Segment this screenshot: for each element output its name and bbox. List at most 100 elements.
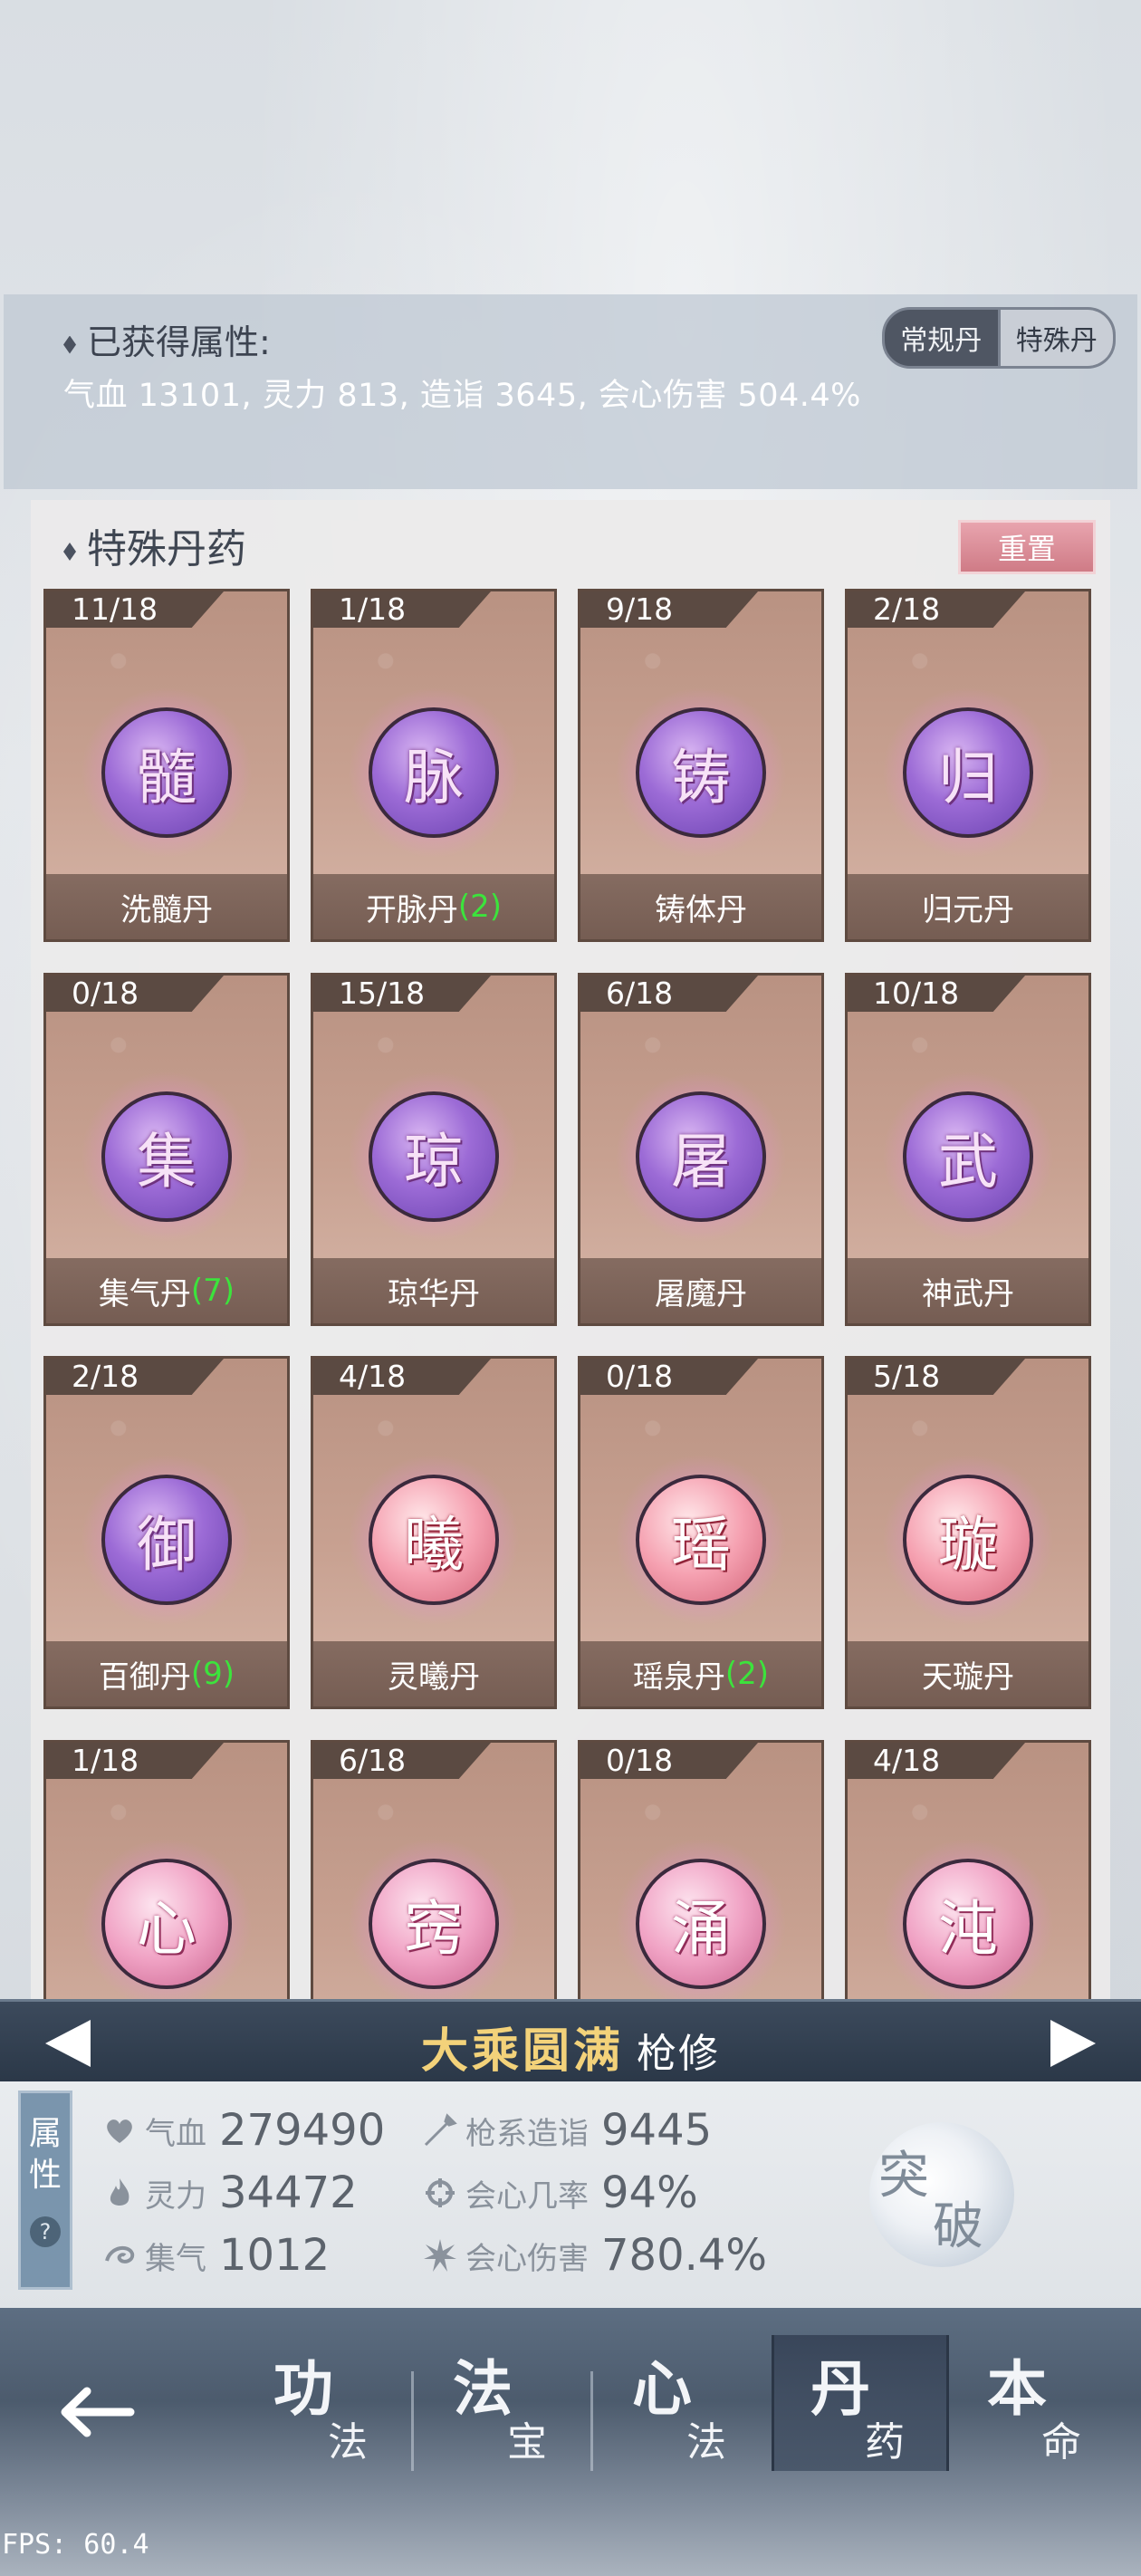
pill-count: 2/18 <box>848 591 1025 628</box>
nav-tab[interactable]: 功法 <box>237 2335 409 2471</box>
stat-crit-rate-label: 会心几率 <box>465 2177 589 2215</box>
pill-name: 琼华丹 <box>313 1258 554 1323</box>
heart-icon <box>107 2119 132 2143</box>
pill-orb-icon: 脉 <box>369 707 499 838</box>
realm-title: 大乘圆满 枪修 <box>0 2013 1141 2081</box>
crit-rate-icon <box>426 2178 455 2207</box>
pill-count: 0/18 <box>580 1743 758 1779</box>
pill-count: 1/18 <box>313 591 491 628</box>
pill-card[interactable]: 0/18 集集气丹 (7) <box>43 973 290 1326</box>
pill-count: 15/18 <box>313 976 491 1012</box>
pill-name-text: 集气丹 <box>98 1275 191 1312</box>
pill-count: 5/18 <box>848 1359 1025 1395</box>
stat-lingli-label: 灵力 <box>145 2177 206 2215</box>
stat-lingli-value: 34472 <box>219 2167 358 2218</box>
realm-name: 大乘圆满 <box>420 2024 624 2079</box>
pill-orb-icon: 屠 <box>636 1091 766 1222</box>
attributes-heading: 已获得属性: <box>63 314 271 364</box>
pill-card[interactable]: 0/18 瑶瑶泉丹 (2) <box>578 1356 824 1709</box>
pill-card[interactable]: 2/18 御百御丹 (9) <box>43 1356 290 1709</box>
back-arrow-icon[interactable] <box>54 2371 136 2453</box>
pill-card[interactable]: 6/18 屠屠魔丹 <box>578 973 824 1326</box>
pill-name-text: 神武丹 <box>922 1275 1014 1312</box>
pill-type-toggle[interactable]: 常规丹 特殊丹 <box>882 307 1116 369</box>
nav-tab-label-main: 心 <box>632 2353 692 2424</box>
stat-spear-mastery-label: 枪系造诣 <box>465 2115 589 2152</box>
special-pills-panel: 特殊丹药 重置 11/18 髓洗髓丹 1/18 脉开脉丹 (2) 9/18 铸铸体丹 2/18… <box>31 500 1110 2093</box>
help-icon[interactable]: ? <box>30 2216 61 2247</box>
pill-card[interactable]: 4/18 曦灵曦丹 <box>311 1356 557 1709</box>
stat-jiqi-value: 1012 <box>219 2230 331 2281</box>
attributes-heading-text: 已获得属性: <box>87 322 271 362</box>
pill-name: 天璇丹 <box>848 1641 1088 1706</box>
stats-panel: 属 性 ? 气血 279490 灵力 34472 集气 1012 枪系造诣 94… <box>0 2081 1141 2308</box>
pill-card[interactable]: 11/18 髓洗髓丹 <box>43 589 290 942</box>
stat-qixue-value: 279490 <box>219 2105 386 2156</box>
pill-name: 灵曦丹 <box>313 1641 554 1706</box>
nav-tab[interactable]: 本命 <box>951 2335 1123 2471</box>
attributes-tab-label-1: 属 <box>28 2115 62 2152</box>
stat-qixue-label: 气血 <box>145 2115 206 2152</box>
pill-name: 屠魔丹 <box>580 1258 821 1323</box>
pill-orb-icon: 琼 <box>369 1091 499 1222</box>
nav-tab-label-sub: 药 <box>865 2419 905 2465</box>
stat-crit-rate: 会心几率 94% <box>422 2166 698 2220</box>
pill-name: 铸体丹 <box>580 874 821 939</box>
pill-card[interactable]: 5/18 璇天璇丹 <box>845 1356 1091 1709</box>
pill-name: 洗髓丹 <box>46 874 287 939</box>
attributes-tab-label-2: 性 <box>28 2157 62 2194</box>
next-arrow-icon[interactable] <box>1050 2020 1096 2067</box>
bottom-nav: 功法法宝心法丹药本命 <box>0 2308 1141 2576</box>
diamond-icon <box>63 543 76 561</box>
pill-count: 9/18 <box>580 591 758 628</box>
pill-orb-icon: 瑶 <box>636 1475 766 1605</box>
attributes-summary: 气血 13101, 灵力 813, 造诣 3645, 会心伤害 504.4% <box>63 378 861 414</box>
pill-card[interactable]: 9/18 铸铸体丹 <box>578 589 824 942</box>
swirl-icon <box>105 2245 135 2264</box>
toggle-special-pills[interactable]: 特殊丹 <box>997 310 1113 366</box>
pill-card[interactable]: 2/18 归归元丹 <box>845 589 1091 942</box>
pill-orb-icon: 窍 <box>369 1859 499 1989</box>
toggle-regular-pills[interactable]: 常规丹 <box>885 310 998 366</box>
hero-class: 枪修 <box>637 2031 720 2077</box>
pill-name-text: 归元丹 <box>922 891 1014 928</box>
spear-icon <box>424 2113 457 2147</box>
stat-spear-mastery-value: 9445 <box>601 2105 713 2156</box>
pill-count: 4/18 <box>313 1359 491 1395</box>
pill-bonus-count: (9) <box>190 1656 235 1692</box>
reset-button[interactable]: 重置 <box>958 520 1096 574</box>
pill-bonus-count: (2) <box>724 1656 770 1692</box>
pill-name-text: 琼华丹 <box>388 1275 480 1312</box>
nav-tab-label-main: 法 <box>453 2353 513 2424</box>
pill-name: 百御丹 (9) <box>46 1641 287 1706</box>
stat-crit-rate-value: 94% <box>601 2167 698 2218</box>
burst-icon <box>424 2239 456 2272</box>
pill-name: 集气丹 (7) <box>46 1258 287 1323</box>
pill-count: 1/18 <box>46 1743 224 1779</box>
pill-count: 11/18 <box>46 591 224 628</box>
nav-tab[interactable]: 丹药 <box>772 2335 949 2471</box>
attributes-tab[interactable]: 属 性 ? <box>18 2091 72 2290</box>
pill-name-text: 屠魔丹 <box>655 1275 747 1312</box>
pill-count: 0/18 <box>46 976 224 1012</box>
pill-count: 6/18 <box>580 976 758 1012</box>
pill-name-text: 洗髓丹 <box>120 891 213 928</box>
pill-card[interactable]: 1/18 脉开脉丹 (2) <box>311 589 557 942</box>
obtained-attributes-panel: 已获得属性: 气血 13101, 灵力 813, 造诣 3645, 会心伤害 5… <box>4 294 1137 489</box>
pill-orb-icon: 髓 <box>101 707 232 838</box>
nav-divider <box>590 2371 593 2471</box>
pill-card[interactable]: 10/18 武神武丹 <box>845 973 1091 1326</box>
pill-name: 开脉丹 (2) <box>313 874 554 939</box>
pill-card[interactable]: 15/18 琼琼华丹 <box>311 973 557 1326</box>
pill-orb-icon: 璇 <box>903 1475 1033 1605</box>
breakthrough-label-2: 破 <box>933 2197 983 2256</box>
pill-orb-icon: 铸 <box>636 707 766 838</box>
diamond-icon <box>63 335 76 354</box>
pill-name-text: 瑶泉丹 <box>632 1658 725 1696</box>
nav-tab[interactable]: 法宝 <box>417 2335 589 2471</box>
pill-orb-icon: 归 <box>903 707 1033 838</box>
stat-crit-damage-value: 780.4% <box>601 2230 768 2281</box>
breakthrough-label-1: 突 <box>878 2147 929 2206</box>
nav-tab[interactable]: 心法 <box>596 2335 768 2471</box>
breakthrough-button[interactable]: 突 破 <box>869 2122 1014 2267</box>
